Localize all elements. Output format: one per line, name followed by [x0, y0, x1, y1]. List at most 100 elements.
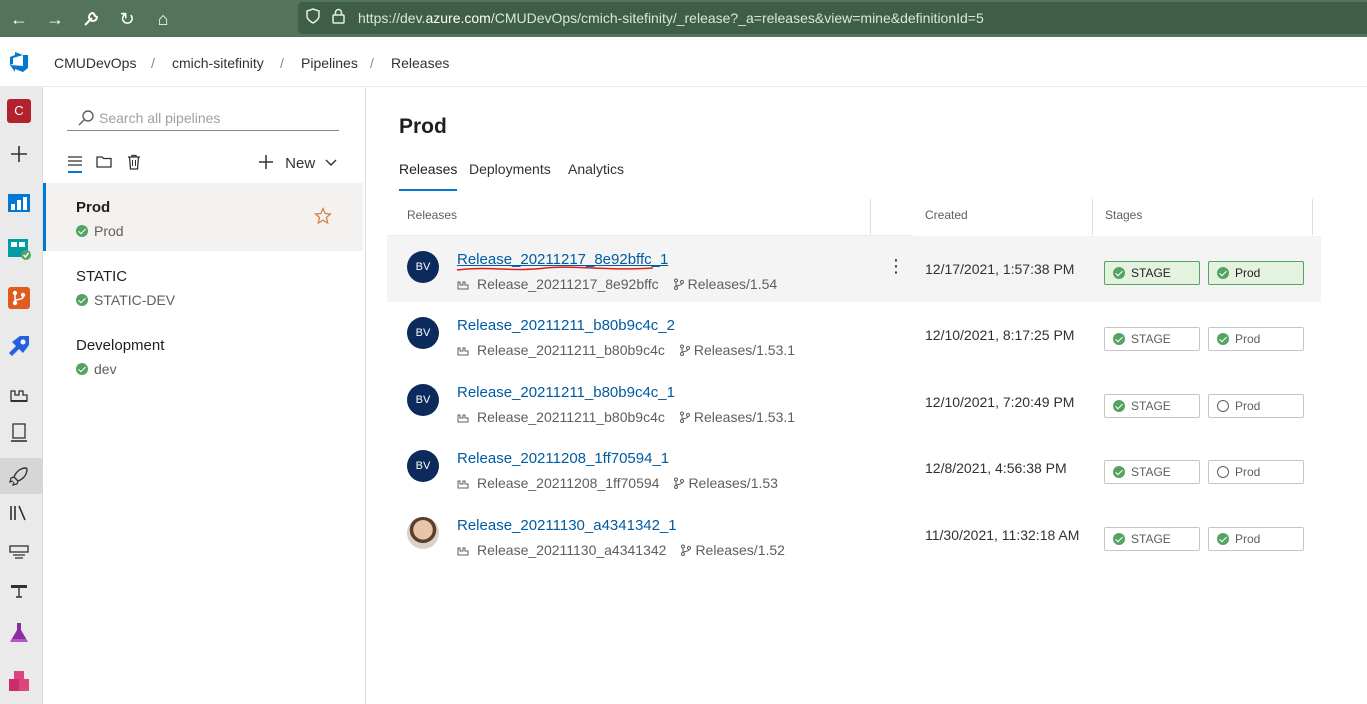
url-path: /CMUDevOps/cmich-sitefinity/_release?_a=… — [490, 10, 984, 26]
success-status-icon — [76, 294, 88, 306]
release-details: Release_20211211_b80b9c4c Releases/1.53.1 — [457, 342, 795, 358]
list-view-icon[interactable] — [66, 153, 84, 173]
new-button[interactable]: New — [257, 153, 337, 173]
release-row[interactable]: BV Release_20211217_8e92bffc_1 Release_2… — [387, 236, 1321, 302]
created-date: 12/17/2021, 1:57:38 PM — [925, 261, 1075, 277]
column-header-stages[interactable]: Stages — [1105, 208, 1142, 222]
pipeline-item-prod[interactable]: Prod Prod — [43, 183, 363, 251]
success-status-icon — [1113, 267, 1125, 279]
url-domain: azure.com — [425, 10, 491, 26]
new-button-label: New — [285, 155, 316, 172]
stage-badge[interactable]: STAGE — [1104, 261, 1200, 285]
reload-icon[interactable]: ↻ — [114, 6, 140, 32]
release-row[interactable]: BV Release_20211211_b80b9c4c_1 Release_2… — [387, 369, 1321, 435]
stage-badge[interactable]: STAGE — [1104, 327, 1200, 351]
stage-badge[interactable]: STAGE — [1104, 527, 1200, 551]
release-link[interactable]: Release_20211130_a4341342_1 — [457, 517, 677, 534]
stage-label: STAGE — [1131, 465, 1171, 479]
release-link[interactable]: Release_20211211_b80b9c4c_1 — [457, 384, 675, 401]
success-status-icon — [1217, 333, 1229, 345]
page-title: Prod — [399, 115, 447, 138]
build-icon — [457, 476, 469, 489]
test-plans-icon[interactable] — [6, 620, 32, 646]
more-options-icon[interactable]: ⋮ — [887, 256, 905, 277]
stage-label: Prod — [1235, 266, 1261, 280]
stage-label: STAGE — [1131, 532, 1171, 546]
task-groups-icon[interactable] — [6, 538, 32, 564]
left-navigation: C — [0, 87, 43, 704]
release-row[interactable]: BV Release_20211208_1ff70594_1 Release_2… — [387, 435, 1321, 501]
tools-icon[interactable] — [78, 6, 104, 32]
url-text[interactable]: https://dev.azure.com/CMUDevOps/cmich-si… — [358, 10, 984, 26]
column-header-created[interactable]: Created — [925, 208, 968, 222]
address-bar[interactable]: https://dev.azure.com/CMUDevOps/cmich-si… — [298, 2, 1367, 34]
search-icon — [77, 109, 95, 132]
deleted-view-icon[interactable] — [125, 153, 143, 171]
favorite-star-icon[interactable] — [314, 207, 332, 230]
column-divider — [1092, 199, 1093, 235]
pipeline-item-static[interactable]: STATIC STATIC-DEV — [43, 252, 363, 320]
repos-icon[interactable] — [6, 285, 32, 311]
branch-icon — [679, 343, 691, 356]
pipeline-item-development[interactable]: Development dev — [43, 321, 363, 389]
shield-icon[interactable] — [306, 8, 320, 28]
tab-releases[interactable]: Releases — [399, 161, 458, 191]
library-icon[interactable] — [6, 500, 32, 526]
branch-name: Releases/1.53 — [688, 475, 778, 491]
releases-rocket-icon[interactable] — [6, 463, 32, 489]
pipelines-panel: New Prod Prod STATIC STATIC-DEV Developm… — [43, 87, 366, 704]
branch-name: Releases/1.52 — [695, 542, 785, 558]
stage-badge[interactable]: STAGE — [1104, 460, 1200, 484]
boards-icon[interactable] — [6, 235, 32, 261]
build-icon — [457, 277, 469, 290]
build-name: Release_20211130_a4341342 — [477, 542, 667, 558]
column-header-releases[interactable]: Releases — [407, 208, 457, 222]
environments-icon[interactable] — [6, 420, 32, 446]
stage-badge[interactable]: Prod — [1208, 261, 1304, 285]
release-row[interactable]: BV Release_20211211_b80b9c4c_2 Release_2… — [387, 302, 1321, 368]
pipeline-env: dev — [76, 361, 117, 377]
release-link[interactable]: Release_20211208_1ff70594_1 — [457, 450, 669, 467]
breadcrumb-project[interactable]: cmich-sitefinity — [172, 55, 264, 71]
stage-badge[interactable]: Prod — [1208, 394, 1304, 418]
breadcrumb-pipelines[interactable]: Pipelines — [301, 55, 358, 71]
search-input[interactable] — [99, 107, 329, 129]
add-icon[interactable] — [6, 141, 32, 167]
tab-analytics[interactable]: Analytics — [568, 161, 624, 191]
breadcrumb-org[interactable]: CMUDevOps — [54, 55, 136, 71]
release-details: Release_20211217_8e92bffc Releases/1.54 — [457, 276, 777, 292]
avatar: BV — [407, 384, 439, 416]
breadcrumb-separator: / — [370, 55, 374, 71]
stage-badge[interactable]: Prod — [1208, 527, 1304, 551]
org-avatar[interactable]: C — [7, 99, 31, 123]
success-status-icon — [76, 363, 88, 375]
release-row[interactable]: Release_20211130_a4341342_1 Release_2021… — [387, 502, 1321, 568]
folder-view-icon[interactable] — [95, 153, 113, 171]
back-icon[interactable]: ← — [6, 6, 32, 32]
lock-icon[interactable] — [332, 8, 345, 28]
stage-badge[interactable]: Prod — [1208, 327, 1304, 351]
release-details: Release_20211211_b80b9c4c Releases/1.53.1 — [457, 409, 795, 425]
pipelines-icon[interactable] — [6, 333, 32, 359]
tab-deployments[interactable]: Deployments — [469, 161, 551, 191]
forward-icon[interactable]: → — [42, 6, 68, 32]
success-status-icon — [1113, 533, 1125, 545]
stage-badge[interactable]: STAGE — [1104, 394, 1200, 418]
azure-devops-logo-icon[interactable] — [8, 51, 30, 73]
release-link[interactable]: Release_20211211_b80b9c4c_2 — [457, 317, 675, 334]
stage-badge[interactable]: Prod — [1208, 460, 1304, 484]
pipelines-overview-icon[interactable] — [6, 381, 32, 407]
artifacts-icon[interactable] — [6, 669, 32, 695]
branch-name: Releases/1.54 — [687, 276, 778, 292]
deployment-groups-icon[interactable] — [6, 577, 32, 603]
build-name: Release_20211208_1ff70594 — [477, 475, 660, 491]
created-date: 12/8/2021, 4:56:38 PM — [925, 460, 1067, 476]
stage-label: Prod — [1235, 332, 1261, 346]
search-box — [67, 107, 339, 131]
breadcrumb-releases[interactable]: Releases — [391, 55, 449, 71]
header-bar: CMUDevOps / cmich-sitefinity / Pipelines… — [0, 37, 1367, 87]
pipeline-name: Development — [76, 337, 165, 354]
avatar: BV — [407, 317, 439, 349]
overview-icon[interactable] — [6, 190, 32, 216]
home-icon[interactable]: ⌂ — [150, 6, 176, 32]
